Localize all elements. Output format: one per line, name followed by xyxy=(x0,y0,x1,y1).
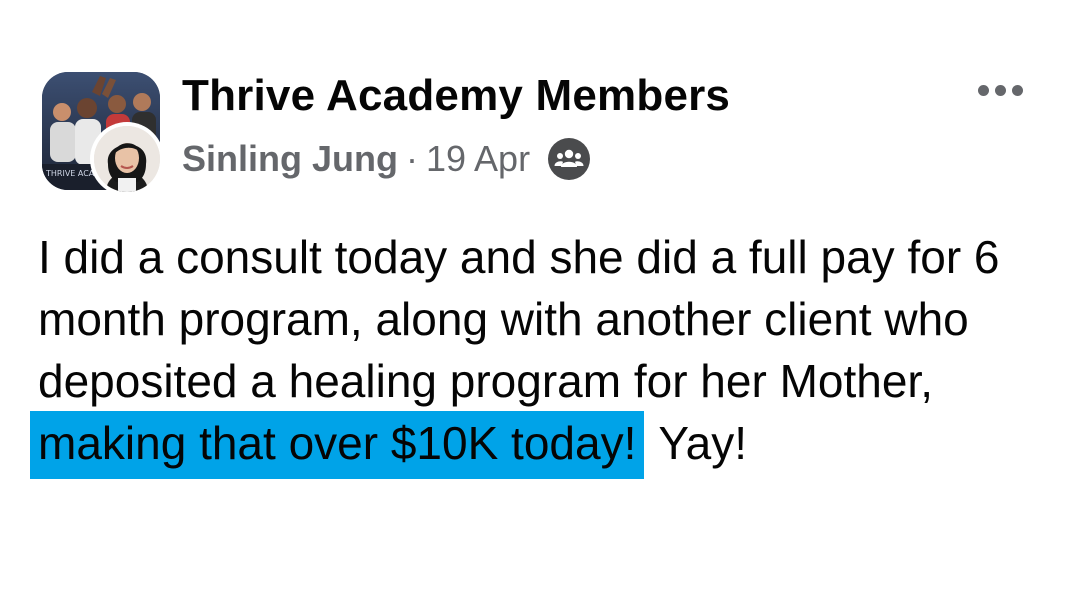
group-members-icon[interactable] xyxy=(548,138,591,180)
group-avatar-banner-text: THRIVE ACA xyxy=(45,169,95,178)
author-avatar[interactable] xyxy=(90,122,164,196)
meta-separator: · xyxy=(405,138,418,179)
post-body-line: deposited a healing program for her Moth… xyxy=(38,355,933,407)
group-name[interactable]: Thrive Academy Members xyxy=(182,70,730,122)
highlighted-text: making that over $10K today! xyxy=(30,411,645,479)
more-options-button[interactable] xyxy=(968,70,1032,110)
person-portrait-icon xyxy=(94,126,160,192)
post-body: I did a consult today and she did a full… xyxy=(30,226,1058,479)
group-post: THRIVE ACA Thrive Academy Members Sinlin… xyxy=(0,0,1080,600)
post-date[interactable]: 19 Apr xyxy=(426,138,530,180)
post-body-line: I did a consult today and she did a full… xyxy=(38,231,1000,283)
more-options-dot xyxy=(994,84,1006,96)
post-body-last-line: making that over $10K today! Yay! xyxy=(30,411,1058,479)
post-body-tail: Yay! xyxy=(658,417,747,469)
more-options-dot xyxy=(1011,84,1023,96)
more-options-icon xyxy=(977,84,989,96)
post-body-line: month program, along with another client… xyxy=(38,293,969,345)
post-meta: Sinling Jung · 19 Apr xyxy=(182,136,591,182)
author-name[interactable]: Sinling Jung xyxy=(182,138,398,180)
